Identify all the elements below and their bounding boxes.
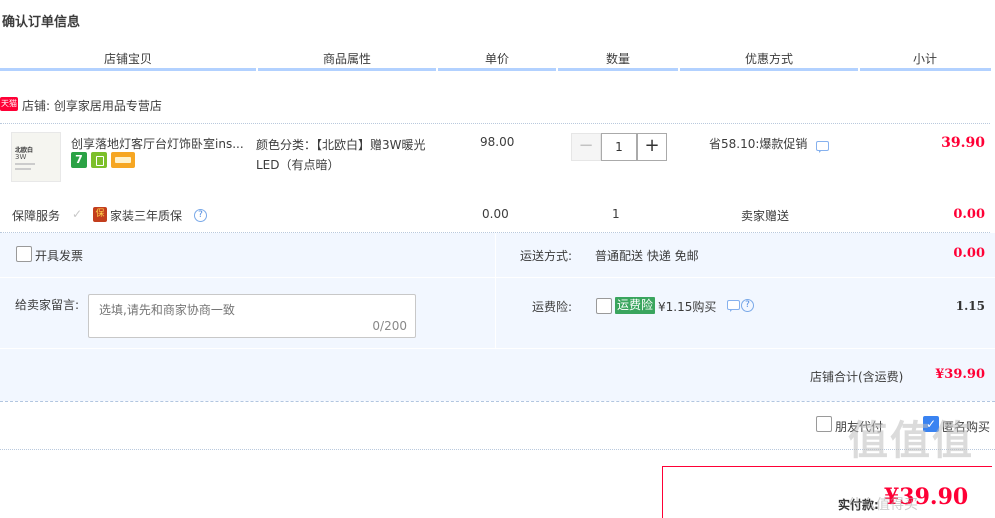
product-attributes: 颜色分类：【北欧白】赠3W暖光LED（有点暗）	[256, 138, 426, 172]
shop-total-value: ¥39.90	[935, 367, 985, 382]
service-plug-icon[interactable]	[91, 152, 107, 168]
credit-card-icon[interactable]	[111, 152, 135, 168]
quantity-decrease-button[interactable]: −	[571, 133, 601, 161]
guarantee-checkbox[interactable]: ✓	[72, 208, 85, 221]
page-title: 确认订单信息	[2, 15, 81, 30]
header-underline	[258, 68, 436, 71]
shop-name-link[interactable]: 店铺: 创享家居用品专营店	[22, 97, 162, 114]
shipping-fee: 0.00	[953, 246, 985, 261]
header-underline	[860, 68, 991, 71]
product-thumbnail[interactable]: 北欧白 3W	[11, 132, 61, 182]
product-title-link[interactable]: 创享落地灯客厅台灯饰卧室ins...	[71, 135, 247, 152]
guarantee-label: 保障服务	[12, 209, 61, 223]
insurance-fee: 1.15	[955, 299, 985, 313]
unit-price: 98.00	[480, 135, 515, 149]
insurance-checkbox[interactable]	[596, 298, 612, 314]
guarantee-qty: 1	[612, 207, 620, 221]
quantity-value: 1	[615, 140, 623, 154]
header-underline	[438, 68, 556, 71]
shipping-method: 普通配送 快递 免邮	[595, 249, 699, 263]
seller-message-box[interactable]: 0/200	[88, 294, 416, 338]
guarantee-text: 家装三年质保	[110, 209, 183, 223]
thumb-text: 3W	[15, 153, 27, 161]
watermark-logo: 值值值	[848, 418, 974, 464]
guarantee-subtotal: 0.00	[953, 207, 985, 222]
insurance-label: 运费险:	[532, 300, 573, 314]
promotion-text: 省58.10:爆款促销	[709, 137, 808, 151]
header-underline	[558, 68, 678, 71]
panel-divider	[495, 233, 496, 348]
help-icon[interactable]: ?	[194, 209, 207, 222]
quantity-input[interactable]: 1	[601, 133, 637, 161]
item-subtotal: 39.90	[941, 135, 985, 151]
panel-divider	[0, 348, 995, 349]
invoice-checkbox[interactable]	[16, 246, 32, 262]
thumb-line	[15, 168, 31, 170]
thumb-line	[15, 163, 35, 165]
shop-total-label: 店铺合计(含运费)	[810, 370, 904, 384]
divider	[0, 401, 995, 402]
guarantee-shield-icon: 保	[93, 207, 107, 222]
header-underline	[0, 68, 256, 71]
insurance-tag: 运费险	[615, 297, 656, 314]
guarantee-promo: 卖家赠送	[741, 209, 790, 223]
tmall-badge-icon: 天猫	[0, 97, 18, 111]
divider	[0, 449, 995, 450]
header-underline	[680, 68, 858, 71]
panel-divider	[0, 277, 995, 278]
seven-day-return-icon[interactable]: 7	[71, 152, 87, 168]
insurance-price-text: ¥1.15购买	[658, 300, 717, 314]
quantity-increase-button[interactable]: +	[637, 133, 667, 161]
help-icon[interactable]: ?	[741, 299, 754, 312]
chat-bubble-icon[interactable]	[816, 141, 829, 153]
watermark-text: 什么值得买	[848, 497, 918, 513]
seller-message-input[interactable]	[99, 301, 399, 319]
shipping-label: 运送方式:	[520, 249, 573, 263]
divider	[0, 123, 990, 124]
message-label: 给卖家留言:	[15, 298, 80, 312]
message-char-count: 0/200	[372, 319, 407, 333]
guarantee-price: 0.00	[482, 207, 509, 221]
chat-bubble-icon[interactable]	[727, 300, 740, 312]
friend-pay-checkbox[interactable]	[816, 416, 832, 432]
invoice-label: 开具发票	[35, 249, 84, 263]
